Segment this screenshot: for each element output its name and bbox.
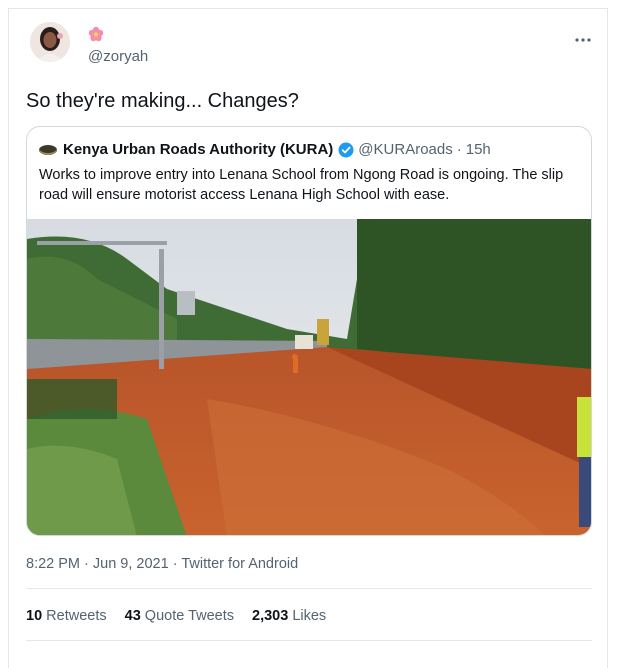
retweets-count: 10 [26,608,43,624]
likes-count: 2,303 [252,608,289,624]
quoted-author-handle[interactable]: @KURAroads [358,141,452,158]
quoted-author-name[interactable]: Kenya Urban Roads Authority (KURA) [63,141,333,158]
kura-logo-icon [39,144,57,155]
user-avatar[interactable] [30,22,70,62]
likes-stat[interactable]: 2,303 Likes [252,608,326,624]
quote-tweets-label: Quote Tweets [144,608,234,624]
flower-emoji-icon [88,26,104,42]
user-handle[interactable]: @zoryah [88,48,148,65]
quoted-tweet[interactable]: Kenya Urban Roads Authority (KURA) @KURA… [26,126,592,536]
divider [26,588,592,589]
quote-tweets-count: 43 [124,608,141,624]
tweet-source[interactable]: Twitter for Android [181,556,298,572]
retweets-stat[interactable]: 10 Retweets [26,608,107,624]
engagement-stats: 10 Retweets 43 Quote Tweets 2,303 Likes [26,608,326,624]
tweet-text: So they're making... Changes? [26,90,299,112]
likes-label: Likes [292,608,327,624]
road-construction-photo[interactable] [27,219,591,535]
quote-tweets-stat[interactable]: 43 Quote Tweets [125,608,234,624]
divider [26,640,592,641]
quoted-time[interactable]: 15h [466,141,491,158]
quoted-tweet-header: Kenya Urban Roads Authority (KURA) @KURA… [39,141,491,158]
more-horizontal-icon[interactable] [574,30,592,46]
quoted-tweet-text: Works to improve entry into Lenana Schoo… [39,167,564,203]
tweet-timestamp[interactable]: 8:22 PM · Jun 9, 2021 [26,556,169,572]
tweet-meta: 8:22 PM · Jun 9, 2021 · Twitter for Andr… [26,556,298,572]
separator-dot: · [456,141,462,158]
retweets-label: Retweets [46,608,107,624]
verified-badge-icon [338,142,354,158]
